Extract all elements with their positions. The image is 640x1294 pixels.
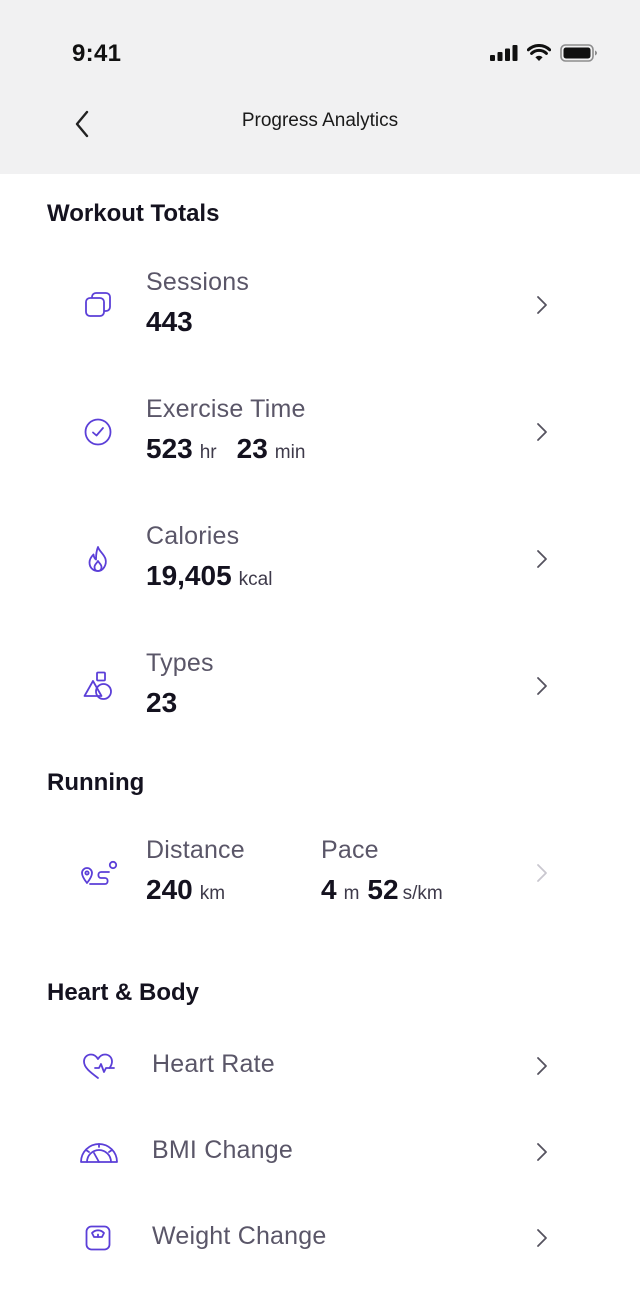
chevron-right-icon	[532, 674, 552, 698]
shapes-icon	[80, 668, 116, 704]
minutes-unit: min	[274, 442, 306, 463]
pace-minutes-unit: m	[343, 883, 360, 904]
heart-rate-label: Heart Rate	[152, 1050, 275, 1078]
chevron-right-icon	[532, 1054, 552, 1078]
clock-icon	[80, 414, 116, 450]
pace-seconds-unit: s/km	[402, 883, 443, 904]
route-icon	[78, 855, 120, 891]
signal-icon	[490, 45, 518, 61]
types-count: 23	[146, 687, 178, 718]
weight-change-row[interactable]: Weight Change	[0, 1208, 640, 1268]
exercise-minutes: 23	[236, 433, 268, 464]
pace-seconds: 52	[367, 874, 399, 905]
calories-row[interactable]: Calories 19,405 kcal	[0, 514, 640, 614]
pace-value: 4 m 52 s/km	[321, 874, 443, 906]
chevron-right-icon	[532, 1226, 552, 1250]
weight-change-label: Weight Change	[152, 1222, 327, 1250]
types-label: Types	[146, 649, 214, 677]
calories-value: 19,405 kcal	[146, 560, 272, 592]
gauge-icon	[78, 1134, 120, 1170]
section-title-workout-totals: Workout Totals	[47, 200, 220, 227]
sessions-count: 443	[146, 306, 193, 337]
types-row[interactable]: Types 23	[0, 641, 640, 741]
heart-rate-row[interactable]: Heart Rate	[0, 1036, 640, 1096]
calories-amount: 19,405	[146, 560, 232, 591]
bmi-change-label: BMI Change	[152, 1136, 293, 1164]
hours-unit: hr	[199, 442, 217, 463]
flame-icon	[80, 541, 116, 577]
bmi-change-row[interactable]: BMI Change	[0, 1122, 640, 1182]
status-icons	[490, 44, 598, 62]
battery-icon	[560, 44, 597, 62]
page-title: Progress Analytics	[241, 110, 399, 131]
status-time: 9:41	[72, 40, 122, 67]
scale-icon	[80, 1220, 116, 1256]
distance-unit: km	[199, 883, 226, 904]
distance-label: Distance	[146, 836, 245, 864]
exercise-hours: 523	[146, 433, 193, 464]
calories-label: Calories	[146, 522, 240, 550]
pace-minutes: 4	[321, 874, 337, 905]
sessions-row[interactable]: Sessions 443	[0, 260, 640, 360]
exercise-time-value: 523 hr 23 min	[146, 433, 305, 465]
chevron-right-icon	[532, 293, 552, 317]
distance-value: 240 km	[146, 874, 225, 906]
header: 9:41 Progress Analytics	[0, 0, 640, 174]
section-title-heart-body: Heart & Body	[47, 979, 200, 1006]
sessions-value: 443	[146, 306, 193, 338]
exercise-time-label: Exercise Time	[146, 395, 306, 423]
wifi-icon	[527, 44, 551, 61]
stacked-squares-icon	[80, 287, 116, 323]
section-title-running: Running	[47, 769, 145, 796]
exercise-time-row[interactable]: Exercise Time 523 hr 23 min	[0, 387, 640, 487]
chevron-right-icon	[532, 1140, 552, 1164]
distance-amount: 240	[146, 874, 193, 905]
types-value: 23	[146, 687, 177, 719]
sessions-label: Sessions	[146, 268, 250, 296]
calories-unit: kcal	[238, 569, 273, 590]
pace-label: Pace	[321, 836, 379, 864]
chevron-right-icon	[532, 547, 552, 571]
heart-pulse-icon	[80, 1048, 116, 1084]
running-row[interactable]: Distance 240 km Pace 4 m 52 s/km	[0, 828, 640, 928]
chevron-right-icon	[532, 420, 552, 444]
chevron-right-icon	[532, 861, 552, 885]
